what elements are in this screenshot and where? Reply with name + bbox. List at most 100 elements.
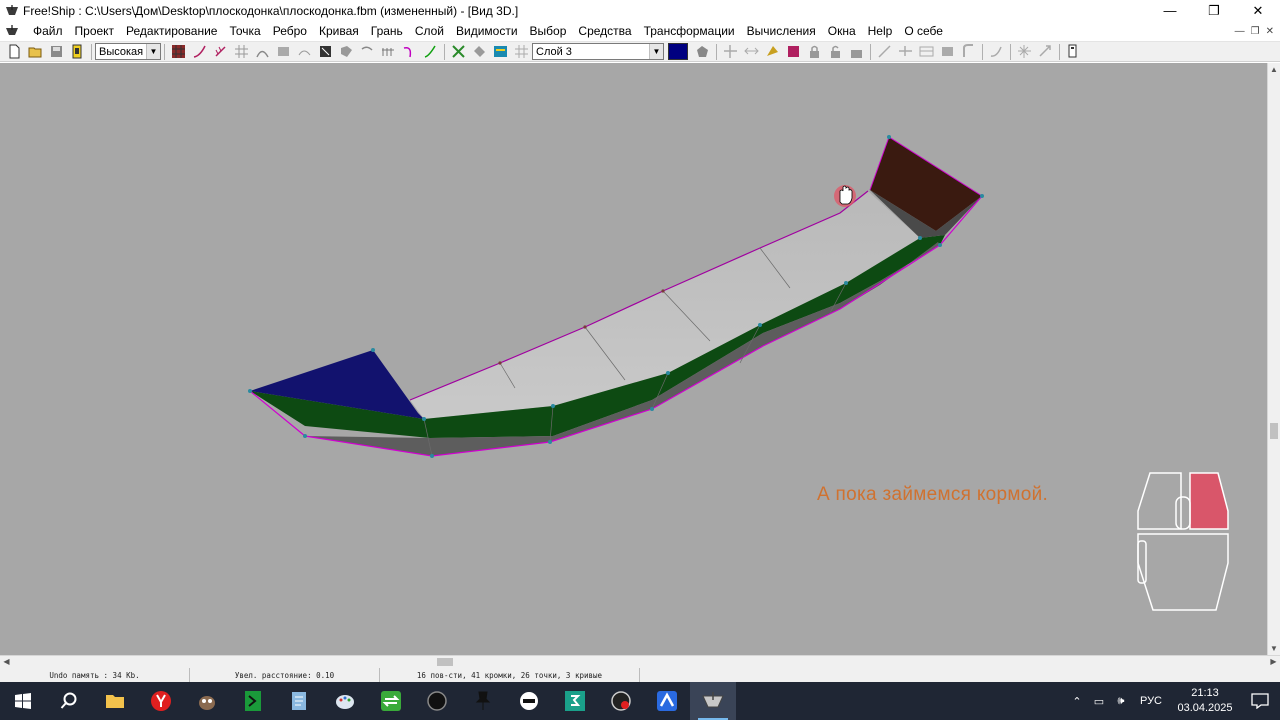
vertical-scroll-thumb[interactable] <box>1270 423 1278 439</box>
control-net-button[interactable] <box>168 42 189 61</box>
menu-point[interactable]: Точка <box>223 21 266 41</box>
move-point-button[interactable] <box>720 42 741 61</box>
save-button[interactable] <box>46 42 67 61</box>
face-flip-button[interactable] <box>1035 42 1056 61</box>
face-new-button[interactable] <box>1014 42 1035 61</box>
insert-plane-button[interactable] <box>762 42 783 61</box>
edge-crease-button[interactable] <box>937 42 958 61</box>
design-hydrostatics-button[interactable] <box>1063 42 1084 61</box>
taskbar-gimp[interactable] <box>184 682 230 720</box>
menu-curve[interactable]: Кривая <box>313 21 365 41</box>
menu-file[interactable]: Файл <box>27 21 69 41</box>
menu-layer[interactable]: Слой <box>409 21 450 41</box>
taskbar-notepad[interactable] <box>276 682 322 720</box>
interior-edges-button[interactable] <box>189 42 210 61</box>
notification-icon <box>1251 693 1269 709</box>
start-button[interactable] <box>0 682 46 720</box>
grid-button[interactable] <box>231 42 252 61</box>
taskbar-obs[interactable] <box>598 682 644 720</box>
unlock-point-button[interactable] <box>825 42 846 61</box>
waterlines-button[interactable] <box>294 42 315 61</box>
collapse-point-button[interactable] <box>741 42 762 61</box>
notifications-button[interactable] <box>1240 693 1280 709</box>
chevron-up-icon[interactable]: ⌃ <box>1066 695 1088 708</box>
curves-button[interactable] <box>399 42 420 61</box>
taskbar-pin-app[interactable] <box>460 682 506 720</box>
taskbar-arrow-app[interactable] <box>644 682 690 720</box>
maximize-button[interactable]: ❐ <box>1192 0 1236 21</box>
menu-face[interactable]: Грань <box>365 21 409 41</box>
scroll-up-icon[interactable]: ▲ <box>1268 63 1280 76</box>
taskbar-circle-app[interactable] <box>414 682 460 720</box>
menu-about[interactable]: О себе <box>898 21 949 41</box>
edge-insert-button[interactable] <box>916 42 937 61</box>
close-button[interactable]: ✕ <box>1236 0 1280 21</box>
scroll-down-icon[interactable]: ▼ <box>1268 642 1280 655</box>
menu-help[interactable]: Help <box>862 21 899 41</box>
flowlines-button[interactable] <box>378 42 399 61</box>
new-curve-button[interactable] <box>986 42 1007 61</box>
open-file-button[interactable] <box>25 42 46 61</box>
intersect-button[interactable] <box>783 42 804 61</box>
edge-collapse-button[interactable] <box>895 42 916 61</box>
taskbar-yandex-browser[interactable] <box>138 682 184 720</box>
edge-split-button[interactable] <box>874 42 895 61</box>
layers-grid-button[interactable] <box>511 42 532 61</box>
buttocks-button[interactable] <box>273 42 294 61</box>
shade-button[interactable] <box>336 42 357 61</box>
menu-edge[interactable]: Ребро <box>267 21 313 41</box>
menu-tools[interactable]: Средства <box>572 21 637 41</box>
taskbar-green-app[interactable] <box>230 682 276 720</box>
new-file-button[interactable] <box>4 42 25 61</box>
menu-calculations[interactable]: Вычисления <box>741 21 822 41</box>
vertical-scrollbar[interactable]: ▲ ▼ <box>1267 63 1280 655</box>
taskbar-paint[interactable] <box>322 682 368 720</box>
viewport-3d[interactable]: А пока займемся кормой. <box>0 63 1267 655</box>
new-point-button[interactable] <box>692 42 713 61</box>
search-button[interactable] <box>46 682 92 720</box>
volume-icon[interactable]: 🕪 <box>1110 695 1132 708</box>
menu-windows[interactable]: Окна <box>822 21 862 41</box>
mdi-minimize-button[interactable]: — <box>1235 26 1245 37</box>
mdi-close-button[interactable]: ✕ <box>1266 26 1274 37</box>
hydrostatics-button[interactable] <box>448 42 469 61</box>
layer-intersect-button[interactable] <box>469 42 490 61</box>
curvature-button[interactable] <box>357 42 378 61</box>
markers-button[interactable] <box>420 42 441 61</box>
horizontal-scrollbar[interactable]: ◀ ▶ <box>0 655 1280 668</box>
export-button[interactable] <box>67 42 88 61</box>
layer-color-swatch[interactable] <box>668 43 688 60</box>
normals-button[interactable] <box>210 42 231 61</box>
precision-select[interactable]: Высокая ▼ <box>95 43 161 60</box>
menu-visibility[interactable]: Видимости <box>450 21 524 41</box>
diagonals-button[interactable] <box>315 42 336 61</box>
menu-project[interactable]: Проект <box>69 21 121 41</box>
mdi-child-icon[interactable] <box>5 24 19 38</box>
language-indicator[interactable]: РУС <box>1132 695 1170 707</box>
taskbar-sync-app[interactable] <box>368 682 414 720</box>
menu-selection[interactable]: Выбор <box>524 21 573 41</box>
menu-transformations[interactable]: Трансформации <box>638 21 741 41</box>
horizontal-scroll-thumb[interactable] <box>437 658 453 666</box>
edge-split-icon <box>878 45 891 58</box>
lock-point-button[interactable] <box>804 42 825 61</box>
layer-select[interactable]: Слой 3 ▼ <box>532 43 664 60</box>
taskbar-freeship[interactable] <box>690 682 736 720</box>
unlock-all-button[interactable] <box>846 42 867 61</box>
clock[interactable]: 21:13 03.04.2025 <box>1170 686 1240 716</box>
open-folder-icon <box>28 47 42 58</box>
mdi-restore-button[interactable]: ❐ <box>1251 26 1260 37</box>
layer-properties-button[interactable] <box>490 42 511 61</box>
minimize-button[interactable]: — <box>1148 0 1192 21</box>
menu-edit[interactable]: Редактирование <box>120 21 223 41</box>
scroll-left-icon[interactable]: ◀ <box>0 656 13 668</box>
hull-model[interactable] <box>0 63 1267 655</box>
obs-icon <box>611 691 631 711</box>
stations-button[interactable] <box>252 42 273 61</box>
taskbar-file-explorer[interactable] <box>92 682 138 720</box>
taskbar-chat-app[interactable] <box>506 682 552 720</box>
taskbar-3d-app[interactable] <box>552 682 598 720</box>
scroll-right-icon[interactable]: ▶ <box>1267 656 1280 668</box>
network-icon[interactable]: ▭ <box>1088 695 1110 708</box>
edge-extrude-button[interactable] <box>958 42 979 61</box>
